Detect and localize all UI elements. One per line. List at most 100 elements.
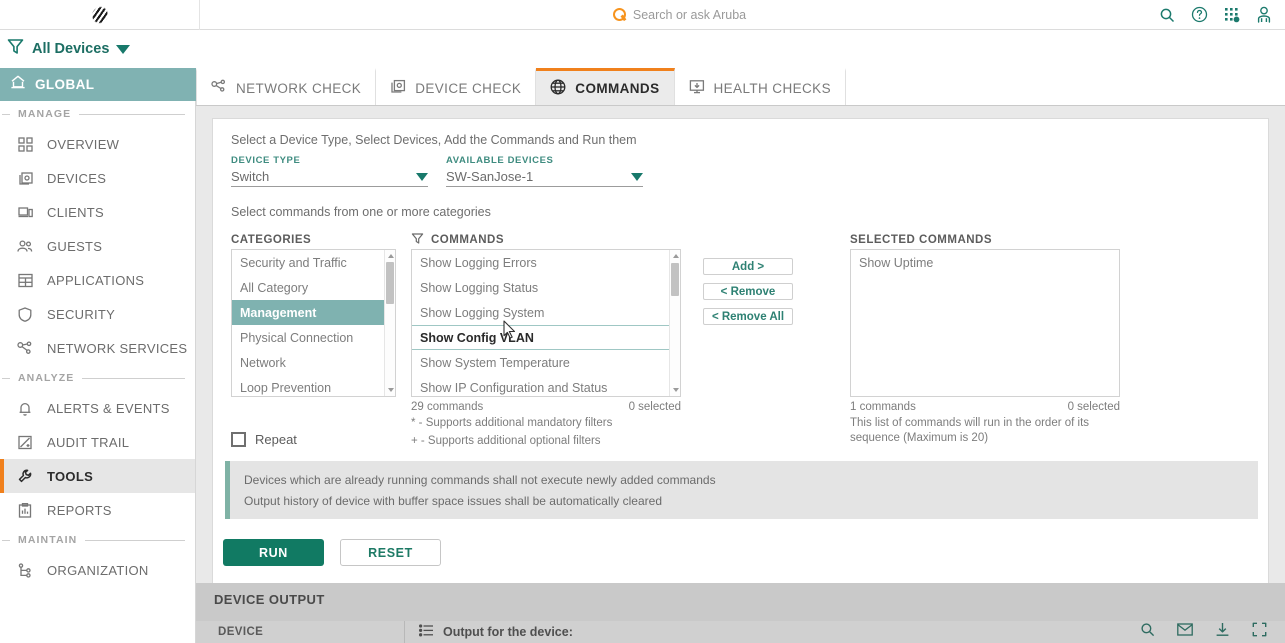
commands-scrollbar[interactable] xyxy=(669,250,680,396)
commands-column: COMMANDS Show Logging Errors Show Loggin… xyxy=(411,231,681,449)
selected-commands-selected-count: 0 selected xyxy=(1067,401,1120,413)
download-icon[interactable] xyxy=(1215,622,1230,642)
network-check-icon xyxy=(211,79,227,97)
filter-bar-spacer xyxy=(200,30,1285,68)
search-input[interactable]: Search or ask Aruba xyxy=(633,8,746,22)
info-message-box: Devices which are already running comman… xyxy=(225,461,1258,519)
available-devices-label: AVAILABLE DEVICES xyxy=(446,155,554,166)
help-icon[interactable] xyxy=(1191,6,1208,23)
categories-scrollbar[interactable] xyxy=(384,250,395,396)
selected-command-item[interactable]: Show Uptime xyxy=(851,250,1119,275)
sidebar-item-label: ORGANIZATION xyxy=(47,562,149,578)
command-item-hovered[interactable]: Show Config VLAN xyxy=(412,325,669,350)
category-item[interactable]: Network xyxy=(232,350,384,375)
fullscreen-icon[interactable] xyxy=(1252,622,1267,642)
scroll-down-icon[interactable] xyxy=(387,388,394,392)
device-filter-bar[interactable]: All Devices xyxy=(0,30,200,68)
sidebar-item-audit-trail[interactable]: AUDIT TRAIL xyxy=(0,425,195,459)
sidebar-item-devices[interactable]: DEVICES xyxy=(0,161,195,195)
categories-header: CATEGORIES xyxy=(231,234,312,246)
repeat-checkbox[interactable] xyxy=(231,432,246,447)
filter-funnel-icon[interactable] xyxy=(411,232,424,248)
run-button[interactable]: RUN xyxy=(223,539,324,566)
device-type-value: Switch xyxy=(231,169,270,184)
output-header-label: Output for the device: xyxy=(443,625,573,639)
organization-tree-icon xyxy=(16,562,34,578)
sidebar-item-network-services[interactable]: NETWORK SERVICES xyxy=(0,331,195,365)
tab-device-check[interactable]: DEVICE CHECK xyxy=(376,68,537,105)
category-item-selected[interactable]: Management xyxy=(232,300,384,325)
command-item[interactable]: Show System Temperature xyxy=(412,350,669,375)
commands-card: Select a Device Type, Select Devices, Ad… xyxy=(212,118,1269,588)
category-item[interactable]: Loop Prevention xyxy=(232,375,384,396)
category-item[interactable]: Physical Connection xyxy=(232,325,384,350)
category-item[interactable]: Security and Traffic xyxy=(232,250,384,275)
sidebar-item-guests[interactable]: GUESTS xyxy=(0,229,195,263)
command-item[interactable]: Show Logging Status xyxy=(412,275,669,300)
sidebar-item-security[interactable]: SECURITY xyxy=(0,297,195,331)
sidebar-item-reports[interactable]: REPORTS xyxy=(0,493,195,527)
available-devices-field: AVAILABLE DEVICES SW-SanJose-1 xyxy=(446,155,643,187)
sub-title: Select commands from one or more categor… xyxy=(231,205,491,219)
selected-commands-listbox[interactable]: Show Uptime xyxy=(850,249,1120,397)
remove-all-button[interactable]: < Remove All xyxy=(703,308,793,325)
scroll-up-icon[interactable] xyxy=(387,254,394,258)
applications-icon xyxy=(16,273,34,288)
available-devices-select[interactable]: SW-SanJose-1 xyxy=(446,167,643,187)
tab-strip: NETWORK CHECK DEVICE CHECK COMMANDS HEAL… xyxy=(196,68,1285,106)
reset-button[interactable]: RESET xyxy=(340,539,441,566)
category-item[interactable]: All Category xyxy=(232,275,384,300)
scroll-down-icon[interactable] xyxy=(672,388,679,392)
categories-column: CATEGORIES Security and Traffic All Cate… xyxy=(231,231,396,449)
tab-health-checks[interactable]: HEALTH CHECKS xyxy=(674,68,846,105)
search-icon[interactable] xyxy=(1140,622,1155,642)
clients-icon xyxy=(16,205,34,220)
command-item[interactable]: Show Logging Errors xyxy=(412,250,669,275)
selected-commands-header: SELECTED COMMANDS xyxy=(850,234,993,246)
commands-listbox[interactable]: Show Logging Errors Show Logging Status … xyxy=(411,249,681,397)
global-search[interactable]: Search or ask Aruba xyxy=(200,0,1159,30)
search-icon[interactable] xyxy=(1159,7,1175,23)
transfer-buttons: Add > < Remove < Remove All xyxy=(703,231,828,449)
sidebar-item-overview[interactable]: OVERVIEW xyxy=(0,127,195,161)
sidebar-item-tools[interactable]: TOOLS xyxy=(0,459,195,493)
sidebar-item-applications[interactable]: APPLICATIONS xyxy=(0,263,195,297)
main-content: Select a Device Type, Select Devices, Ad… xyxy=(196,106,1285,588)
selected-commands-note: This list of commands will run in the or… xyxy=(850,417,1090,444)
global-context-bar[interactable]: GLOBAL xyxy=(0,68,196,101)
repeat-checkbox-row[interactable]: Repeat xyxy=(231,432,297,447)
command-item[interactable]: Show IP Configuration and Status xyxy=(412,375,669,396)
device-type-select[interactable]: Switch xyxy=(231,167,428,187)
commands-meta: 29 commands 0 selected xyxy=(411,401,681,413)
device-type-field: DEVICE TYPE Switch xyxy=(231,155,428,187)
sidebar-item-organization[interactable]: ORGANIZATION xyxy=(0,553,195,587)
tab-commands[interactable]: COMMANDS xyxy=(536,68,675,105)
commands-count: 29 commands xyxy=(411,401,484,413)
tab-label: HEALTH CHECKS xyxy=(713,80,831,96)
chevron-down-icon[interactable] xyxy=(116,44,131,54)
health-checks-icon xyxy=(689,79,705,97)
sidebar-section-maintain: MAINTAIN xyxy=(0,527,195,553)
list-icon xyxy=(418,624,434,640)
sidebar-item-clients[interactable]: CLIENTS xyxy=(0,195,195,229)
commands-selected-count: 0 selected xyxy=(628,401,681,413)
apps-grid-icon[interactable] xyxy=(1224,7,1240,23)
info-line-2: Output history of device with buffer spa… xyxy=(244,494,662,508)
audit-trail-icon xyxy=(16,435,34,450)
repeat-label: Repeat xyxy=(255,432,297,447)
user-account-icon[interactable] xyxy=(1256,6,1272,23)
sidebar-item-label: SECURITY xyxy=(47,306,116,322)
add-button[interactable]: Add > xyxy=(703,258,793,275)
tab-network-check[interactable]: NETWORK CHECK xyxy=(196,68,377,105)
aruba-central-page: Search or ask Aruba All Devices MANAGE O… xyxy=(0,0,1285,643)
scroll-up-icon[interactable] xyxy=(672,254,679,258)
output-header: Output for the device: xyxy=(405,624,1140,640)
sidebar-item-alerts-events[interactable]: ALERTS & EVENTS xyxy=(0,391,195,425)
categories-listbox[interactable]: Security and Traffic All Category Manage… xyxy=(231,249,396,397)
aruba-logo xyxy=(87,4,112,25)
remove-button[interactable]: < Remove xyxy=(703,283,793,300)
mail-icon[interactable] xyxy=(1177,623,1193,641)
sidebar-item-label: OVERVIEW xyxy=(47,136,120,152)
chevron-down-icon xyxy=(631,172,643,181)
command-item[interactable]: Show Logging System xyxy=(412,300,669,325)
